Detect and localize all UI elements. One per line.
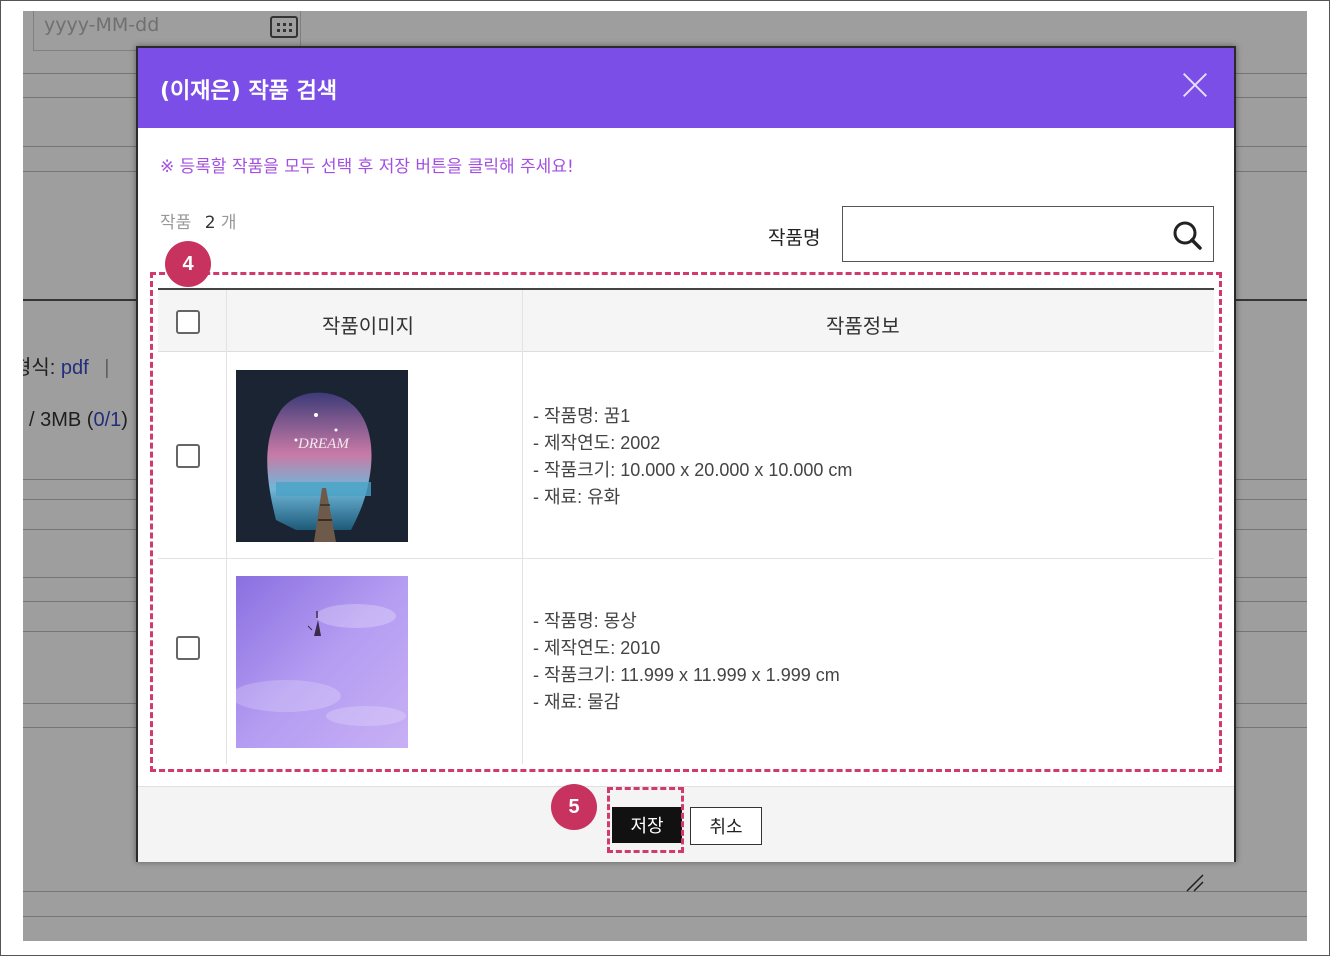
search-input[interactable] [842, 206, 1214, 262]
selection-notice: ※ 등록할 작품을 모두 선택 후 저장 버튼을 클릭해 주세요! [160, 157, 574, 177]
save-highlight-box [607, 787, 684, 853]
cancel-button[interactable]: 취소 [690, 807, 762, 845]
search-icon[interactable] [1171, 219, 1203, 251]
screen-frame: yyyy-MM-dd 형식: pdf | / 3MB (0/1) [0, 0, 1330, 956]
count-unit: 개 [220, 213, 237, 233]
annotation-badge-4: 4 [165, 241, 211, 287]
annotation-badge-5: 5 [551, 784, 597, 830]
close-icon[interactable] [1182, 72, 1208, 98]
count-value: 2 [204, 213, 216, 233]
modal-title: (이재은) 작품 검색 [160, 79, 338, 104]
artwork-count: 작품 2 개 [160, 208, 237, 233]
count-label: 작품 [160, 213, 192, 233]
modal-footer: 저장 취소 [138, 786, 1234, 862]
modal-header: (이재은) 작품 검색 [138, 48, 1234, 128]
table-highlight-box [150, 272, 1222, 772]
search-label: 작품명 [768, 227, 821, 249]
